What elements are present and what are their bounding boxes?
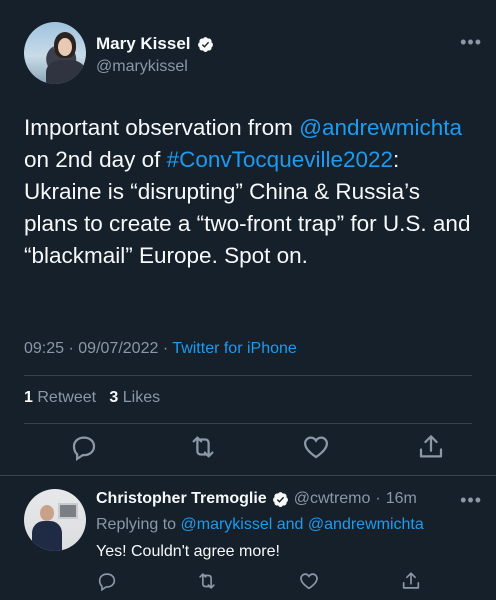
verified-badge-icon (272, 491, 288, 507)
tweet-meta: 09:25 · 09/07/2022 · Twitter for iPhone (24, 340, 297, 358)
reply-author-handle[interactable]: @cwtremo (294, 490, 371, 508)
avatar-frame (58, 503, 78, 519)
likes-count: 3 (109, 389, 119, 406)
avatar-body (46, 60, 86, 84)
retweet-icon[interactable] (196, 570, 218, 592)
share-icon[interactable] (416, 432, 446, 462)
share-icon[interactable] (400, 570, 422, 592)
divider (24, 423, 472, 424)
replying-to: Replying to @marykissel and @andrewmicht… (96, 516, 424, 534)
replying-mention[interactable]: @marykissel (181, 516, 273, 533)
author-handle[interactable]: @marykissel (96, 58, 214, 76)
tweet-time[interactable]: 09:25 (24, 340, 64, 357)
tweet-text: Important observation from @andrewmichta… (24, 112, 476, 272)
reply-author-name[interactable]: Christopher Tremoglie (96, 490, 267, 508)
replying-mention[interactable]: @andrewmichta (308, 516, 424, 533)
author-avatar[interactable] (24, 22, 86, 84)
likes-stat[interactable]: 3 Likes (109, 389, 160, 406)
more-icon[interactable]: ••• (460, 32, 482, 53)
tweet-actions (0, 432, 496, 468)
author-name[interactable]: Mary Kissel (96, 34, 191, 54)
more-icon[interactable]: ••• (460, 490, 482, 511)
replying-prefix: Replying to (96, 516, 181, 533)
tweet-source[interactable]: Twitter for iPhone (172, 340, 297, 357)
retweets-label: Retweet (37, 389, 97, 406)
meta-dot: · (162, 340, 169, 357)
retweets-count: 1 (24, 389, 33, 406)
avatar-suit (32, 521, 62, 551)
like-icon[interactable] (301, 432, 331, 462)
reply-header: Christopher Tremoglie @cwtremo · 16m (96, 490, 417, 508)
hashtag-link[interactable]: #ConvTocqueville2022 (167, 147, 393, 172)
mention-link[interactable]: @andrewmichta (299, 115, 462, 140)
likes-label: Likes (122, 389, 161, 406)
verified-badge-icon (197, 36, 213, 52)
reply-icon[interactable] (96, 570, 118, 592)
reply-author-avatar[interactable] (24, 489, 86, 551)
avatar-face (58, 38, 72, 56)
author-block: Mary Kissel @marykissel (96, 34, 214, 76)
reply-time-ago[interactable]: 16m (386, 490, 417, 508)
reply-actions (0, 570, 496, 600)
avatar-head (40, 505, 54, 521)
retweets-stat[interactable]: 1 Retweet (24, 389, 96, 406)
retweet-icon[interactable] (188, 432, 218, 462)
like-icon[interactable] (298, 570, 320, 592)
tweet-text-part: Important observation from (24, 115, 300, 140)
reply-icon[interactable] (69, 432, 99, 462)
divider (24, 375, 472, 376)
tweet-stats: 1 Retweet 3 Likes (24, 389, 160, 407)
reply-text: Yes! Couldn't agree more! (96, 543, 280, 560)
tweet-text-part: on 2nd day of (24, 147, 167, 172)
tweet-date[interactable]: 09/07/2022 (78, 340, 158, 357)
author-name-row[interactable]: Mary Kissel (96, 34, 214, 54)
meta-dot: · (68, 340, 74, 357)
replying-and: and (272, 516, 308, 533)
meta-dot: · (375, 490, 381, 507)
divider (0, 475, 496, 476)
